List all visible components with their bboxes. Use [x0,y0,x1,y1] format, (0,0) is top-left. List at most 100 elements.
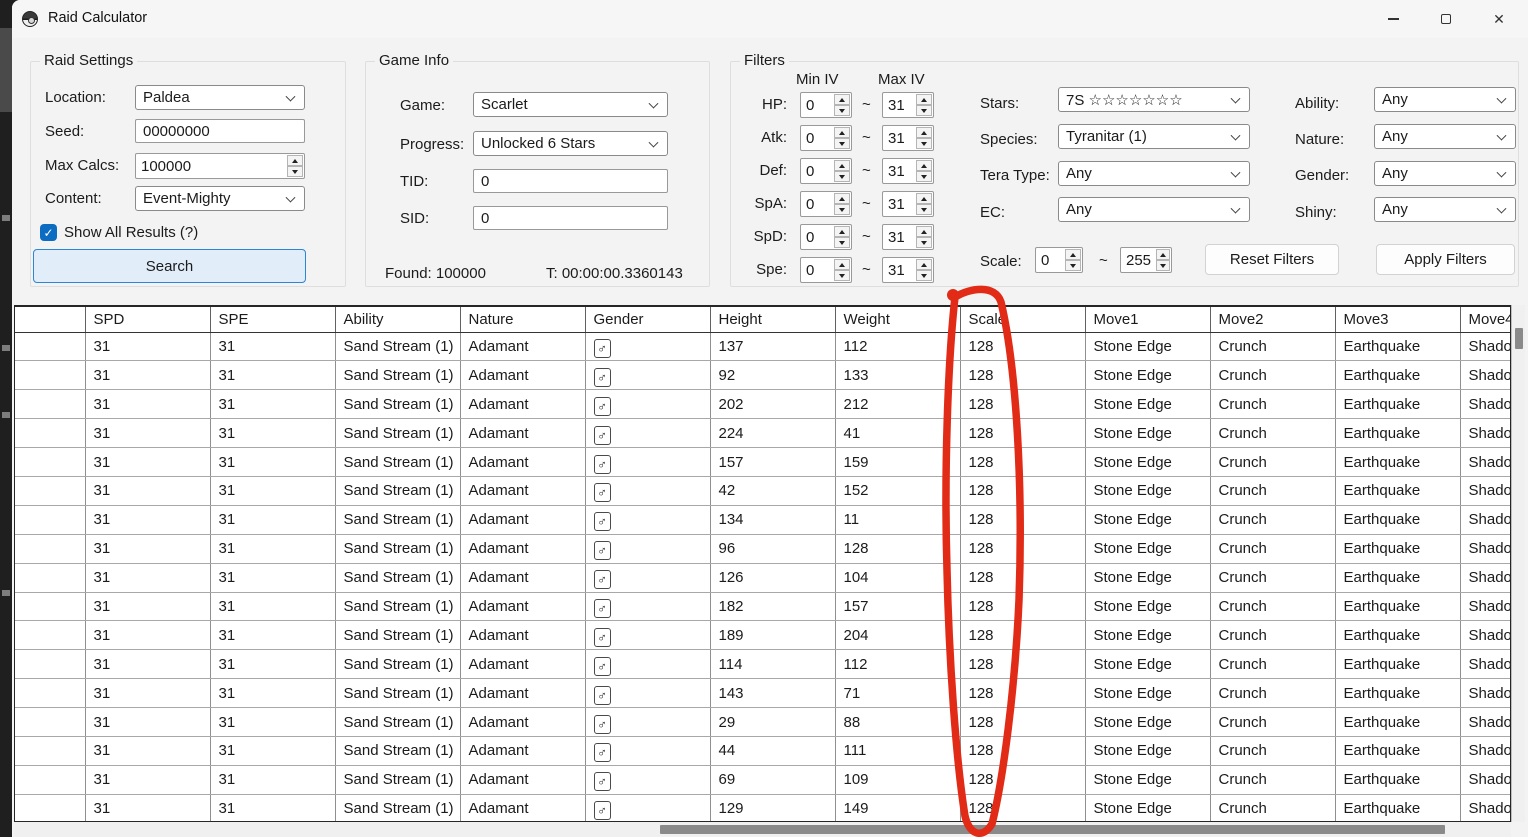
show-all-results-checkbox[interactable]: ✓ [40,224,57,241]
cell-nature[interactable]: Adamant [460,534,585,563]
cell-spd[interactable]: 31 [85,534,210,563]
cell-gender[interactable]: ♂ [585,563,710,592]
cell-ability[interactable]: Sand Stream (1) [335,332,460,361]
apply-filters-button[interactable]: Apply Filters [1376,244,1515,275]
minimize-button[interactable] [1370,0,1416,38]
cell-ability[interactable]: Sand Stream (1) [335,505,460,534]
cell-nature[interactable]: Adamant [460,390,585,419]
spin-up-button[interactable] [834,160,850,171]
cell-weight[interactable]: 152 [835,476,960,505]
cell-height[interactable]: 224 [710,419,835,448]
cell-weight[interactable]: 11 [835,505,960,534]
cell-scale[interactable]: 128 [960,476,1085,505]
show-all-results-label[interactable]: Show All Results (?) [64,224,198,241]
column-header-scale[interactable]: Scale [960,307,1085,332]
cell-height[interactable]: 69 [710,765,835,794]
cell-spe[interactable]: 31 [210,448,335,477]
cell-move3[interactable]: Earthquake [1335,505,1460,534]
cell-spd[interactable]: 31 [85,736,210,765]
cell-scale[interactable]: 128 [960,390,1085,419]
cell-nature[interactable]: Adamant [460,563,585,592]
titlebar[interactable]: Raid Calculator ✕ [12,0,1528,38]
cell-spd[interactable]: 31 [85,361,210,390]
location-select[interactable]: Paldea [135,85,305,110]
cell-gender[interactable]: ♂ [585,448,710,477]
spin-up-button[interactable] [1156,249,1170,260]
cell-ability[interactable]: Sand Stream (1) [335,621,460,650]
row-header-cell[interactable] [15,736,85,765]
cell-height[interactable]: 29 [710,708,835,737]
hp-max-stepper[interactable]: 31 [882,92,934,118]
cell-gender[interactable]: ♂ [585,708,710,737]
cell-move1[interactable]: Stone Edge [1085,332,1210,361]
cell-spe[interactable]: 31 [210,505,335,534]
cell-height[interactable]: 126 [710,563,835,592]
cell-scale[interactable]: 128 [960,332,1085,361]
spa-min-stepper[interactable]: 0 [800,191,852,217]
cell-move3[interactable]: Earthquake [1335,708,1460,737]
column-header-move4[interactable]: Move4 [1460,307,1511,332]
cell-move3[interactable]: Earthquake [1335,765,1460,794]
cell-move3[interactable]: Earthquake [1335,679,1460,708]
spin-down-button[interactable] [834,171,850,182]
cell-move1[interactable]: Stone Edge [1085,765,1210,794]
cell-nature[interactable]: Adamant [460,650,585,679]
cell-scale[interactable]: 128 [960,765,1085,794]
cell-ability[interactable]: Sand Stream (1) [335,794,460,822]
cell-scale[interactable]: 128 [960,505,1085,534]
row-header-cell[interactable] [15,650,85,679]
cell-gender[interactable]: ♂ [585,534,710,563]
cell-scale[interactable]: 128 [960,679,1085,708]
cell-move2[interactable]: Crunch [1210,708,1335,737]
spin-up-button[interactable] [916,259,932,270]
cell-height[interactable]: 134 [710,505,835,534]
sid-input[interactable]: 0 [473,206,668,230]
cell-move3[interactable]: Earthquake [1335,650,1460,679]
spin-down-button[interactable] [834,270,850,281]
cell-ability[interactable]: Sand Stream (1) [335,736,460,765]
cell-scale[interactable]: 128 [960,592,1085,621]
atk-max-stepper[interactable]: 31 [882,125,934,151]
cell-move2[interactable]: Crunch [1210,765,1335,794]
cell-nature[interactable]: Adamant [460,419,585,448]
cell-move1[interactable]: Stone Edge [1085,534,1210,563]
cell-move1[interactable]: Stone Edge [1085,794,1210,822]
cell-spe[interactable]: 31 [210,476,335,505]
nature-select[interactable]: Any [1374,124,1516,149]
row-header-column[interactable] [15,307,85,332]
cell-height[interactable]: 42 [710,476,835,505]
cell-nature[interactable]: Adamant [460,448,585,477]
row-header-cell[interactable] [15,563,85,592]
column-header-move3[interactable]: Move3 [1335,307,1460,332]
cell-weight[interactable]: 111 [835,736,960,765]
cell-move1[interactable]: Stone Edge [1085,736,1210,765]
cell-spe[interactable]: 31 [210,621,335,650]
spin-up-button[interactable] [916,127,932,138]
cell-ability[interactable]: Sand Stream (1) [335,390,460,419]
cell-move4[interactable]: Shadow [1460,390,1511,419]
cell-move1[interactable]: Stone Edge [1085,390,1210,419]
spa-max-stepper[interactable]: 31 [882,191,934,217]
stars-select[interactable]: 7S ☆☆☆☆☆☆☆ [1058,87,1250,112]
column-header-spe[interactable]: SPE [210,307,335,332]
cell-scale[interactable]: 128 [960,650,1085,679]
row-header-cell[interactable] [15,476,85,505]
row-header-cell[interactable] [15,592,85,621]
cell-nature[interactable]: Adamant [460,592,585,621]
cell-move1[interactable]: Stone Edge [1085,708,1210,737]
cell-move1[interactable]: Stone Edge [1085,650,1210,679]
vertical-scrollbar[interactable] [1511,305,1525,822]
cell-move4[interactable]: Shadow [1460,332,1511,361]
spin-up-button[interactable] [834,127,850,138]
cell-move4[interactable]: Shadow [1460,448,1511,477]
cell-spe[interactable]: 31 [210,361,335,390]
results-table[interactable]: SPDSPEAbilityNatureGenderHeightWeightSca… [14,305,1511,822]
spin-up-button[interactable] [834,94,850,105]
row-header-cell[interactable] [15,794,85,822]
spin-down-button[interactable] [916,270,932,281]
spd-max-stepper[interactable]: 31 [882,224,934,250]
cell-spd[interactable]: 31 [85,476,210,505]
cell-height[interactable]: 44 [710,736,835,765]
cell-gender[interactable]: ♂ [585,592,710,621]
column-header-move2[interactable]: Move2 [1210,307,1335,332]
